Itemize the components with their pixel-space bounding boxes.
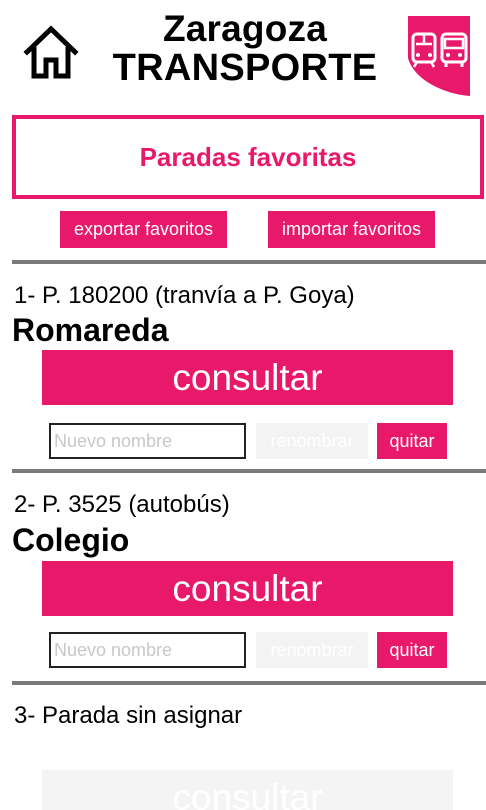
stop-meta: 2- P. 3525 (autobús) bbox=[14, 491, 230, 518]
divider bbox=[12, 469, 486, 473]
stop-meta: 3- Parada sin asignar bbox=[14, 702, 243, 729]
stop-name: Romareda bbox=[12, 312, 169, 348]
consult-button[interactable]: consultar bbox=[42, 561, 453, 616]
rename-button[interactable]: renombrar bbox=[256, 423, 368, 459]
app-title-line2: TRANSPORTE bbox=[112, 47, 378, 89]
consult-button-disabled: consultar bbox=[42, 770, 453, 810]
rename-button[interactable]: renombrar bbox=[256, 632, 368, 668]
stop-name: Colegio bbox=[12, 522, 130, 558]
export-favorites-button[interactable]: exportar favoritos bbox=[60, 211, 227, 248]
home-icon[interactable] bbox=[22, 24, 80, 82]
divider bbox=[12, 681, 486, 685]
remove-button[interactable]: quitar bbox=[377, 632, 447, 668]
remove-button[interactable]: quitar bbox=[377, 423, 447, 459]
new-name-input[interactable] bbox=[49, 632, 246, 668]
tram-bus-logo-icon[interactable] bbox=[404, 14, 474, 98]
consult-button[interactable]: consultar bbox=[42, 350, 453, 405]
divider bbox=[12, 260, 486, 264]
app-title: Zaragoza TRANSPORTE bbox=[100, 10, 390, 87]
header: Zaragoza TRANSPORTE bbox=[0, 0, 486, 110]
favorites-title-box: Paradas favoritas bbox=[12, 115, 484, 199]
favorites-title: Paradas favoritas bbox=[139, 141, 357, 172]
new-name-input[interactable] bbox=[49, 423, 246, 459]
stop-meta: 1- P. 180200 (tranvía a P. Goya) bbox=[14, 282, 355, 309]
import-favorites-button[interactable]: importar favoritos bbox=[268, 211, 435, 248]
app-title-line1: Zaragoza bbox=[162, 8, 328, 49]
